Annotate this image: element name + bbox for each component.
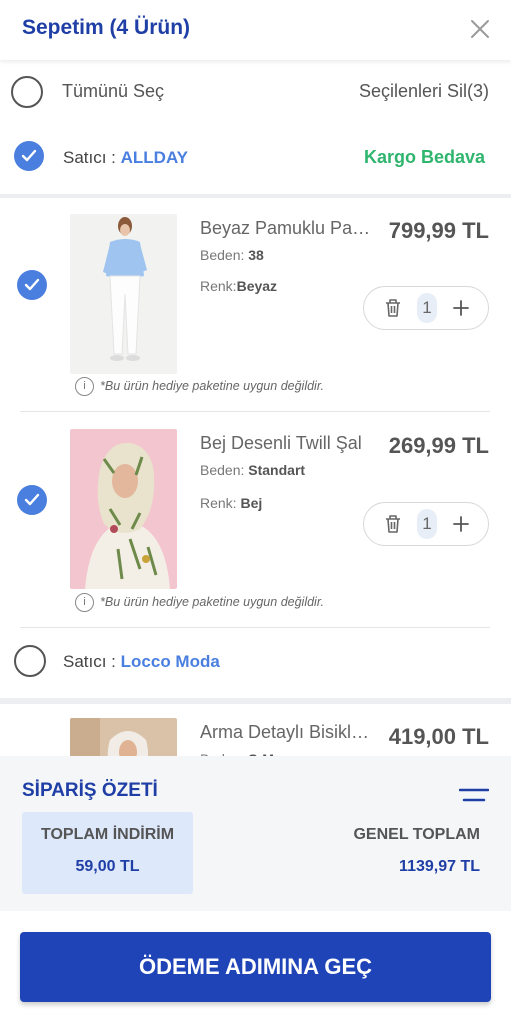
select-all-checkbox[interactable] xyxy=(11,76,43,108)
quantity-value[interactable]: 1 xyxy=(417,509,437,539)
size-value: Standart xyxy=(248,462,306,478)
plus-icon[interactable] xyxy=(452,299,470,317)
seller-label: Satıcı : ALLDAY xyxy=(63,148,188,168)
proceed-to-payment-button[interactable]: ÖDEME ADIMINA GEÇ xyxy=(20,932,491,1002)
color-label: Renk: xyxy=(200,278,237,294)
collapse-toggle-icon[interactable] xyxy=(459,788,489,802)
quantity-value[interactable]: 1 xyxy=(417,293,437,323)
product-price: 269,99 TL xyxy=(388,433,489,458)
info-icon: i xyxy=(75,593,94,612)
grand-total-label: GENEL TOPLAM xyxy=(353,826,480,843)
trash-icon[interactable] xyxy=(384,514,402,534)
checkmark-icon xyxy=(24,493,40,506)
gift-wrap-note: i *Bu ürün hediye paketine uygun değildir… xyxy=(75,377,324,396)
item-divider xyxy=(20,411,490,412)
delete-selected-button[interactable]: Seçilenleri Sil(3) xyxy=(359,81,489,102)
product-name[interactable]: Arma Detaylı Bisiklet Yaka xyxy=(200,722,376,743)
trash-icon[interactable] xyxy=(384,298,402,318)
total-discount-value: 59,00 TL xyxy=(75,858,140,875)
total-discount-box: TOPLAM İNDİRİM 59,00 TL xyxy=(22,812,193,894)
product-image[interactable] xyxy=(70,214,177,374)
color-label: Renk: xyxy=(200,495,237,511)
cart-item: Bej Desenli Twill Şal 269,99 TL Beden: S… xyxy=(0,413,511,628)
total-discount-label: TOPLAM İNDİRİM xyxy=(40,826,175,843)
seller-prefix: Satıcı : xyxy=(63,652,121,671)
product-image[interactable] xyxy=(70,429,177,589)
close-icon[interactable] xyxy=(469,18,491,40)
order-summary: SİPARİŞ ÖZETİ TOPLAM İNDİRİM 59,00 TL GE… xyxy=(0,756,511,911)
quantity-stepper: 1 xyxy=(363,502,489,546)
color-value: Bej xyxy=(240,495,263,511)
product-color: Renk:Beyaz xyxy=(200,278,277,294)
cart-title: Sepetim (4 Ürün) xyxy=(22,16,191,39)
checkmark-icon xyxy=(21,149,37,162)
product-name[interactable]: Bej Desenli Twill Şal xyxy=(200,433,376,454)
grand-total-value: 1139,97 TL xyxy=(399,858,480,875)
gift-wrap-note-text: *Bu ürün hediye paketine uygun değildir. xyxy=(100,594,324,609)
item-checkbox-checked[interactable] xyxy=(17,485,47,515)
cart-header: Sepetim (4 Ürün) xyxy=(0,0,511,60)
item-checkbox-checked[interactable] xyxy=(17,270,47,300)
seller-name[interactable]: ALLDAY xyxy=(121,148,188,167)
product-color: Renk: Bej xyxy=(200,495,262,511)
cart-item: Beyaz Pamuklu Pantolon 799,99 TL Beden: … xyxy=(0,198,511,413)
info-icon: i xyxy=(75,377,94,396)
gift-wrap-note: i *Bu ürün hediye paketine uygun değildir… xyxy=(75,593,324,612)
select-all-row: Tümünü Seç Seçilenleri Sil(3) xyxy=(0,62,511,122)
product-size: Beden: Standart xyxy=(200,462,305,478)
product-price: 419,00 TL xyxy=(388,724,489,749)
size-value: 38 xyxy=(248,247,264,263)
seller-label: Satıcı : Locco Moda xyxy=(63,652,220,672)
free-shipping-badge: Kargo Bedava xyxy=(363,147,485,167)
quantity-stepper: 1 xyxy=(363,286,489,330)
product-price: 799,99 TL xyxy=(388,218,489,243)
seller-checkbox[interactable] xyxy=(14,645,46,677)
size-label: Beden: xyxy=(200,462,245,478)
product-name[interactable]: Beyaz Pamuklu Pantolon xyxy=(200,218,376,239)
seller-row-allday: Satıcı : ALLDAY Kargo Bedava xyxy=(0,124,511,194)
select-all-label[interactable]: Tümünü Seç xyxy=(62,81,164,102)
size-label: Beden: xyxy=(200,247,245,263)
plus-icon[interactable] xyxy=(452,515,470,533)
color-value: Beyaz xyxy=(236,278,278,294)
gift-wrap-note-text: *Bu ürün hediye paketine uygun değildir. xyxy=(100,378,324,393)
seller-row-locco-moda: Satıcı : Locco Moda xyxy=(0,628,511,698)
seller-checkbox-checked[interactable] xyxy=(14,141,44,171)
seller-name[interactable]: Locco Moda xyxy=(121,652,220,671)
checkout-footer: ÖDEME ADIMINA GEÇ xyxy=(0,911,511,1024)
product-size: Beden: 38 xyxy=(200,247,264,263)
checkmark-icon xyxy=(24,278,40,291)
seller-prefix: Satıcı : xyxy=(63,148,121,167)
summary-title: SİPARİŞ ÖZETİ xyxy=(22,780,158,801)
